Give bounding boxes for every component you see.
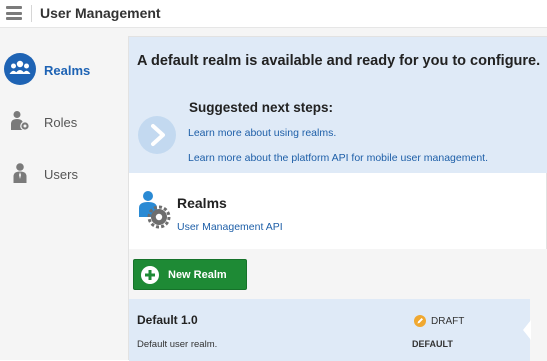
learn-platform-api-link[interactable]: Learn more about the platform API for mo… (188, 152, 488, 164)
pencil-draft-icon (414, 315, 426, 327)
learn-realms-link[interactable]: Learn more about using realms. (188, 127, 336, 139)
sidebar: Realms Roles Users (0, 28, 118, 360)
roles-user-gear-icon (11, 111, 30, 131)
info-banner: A default realm is available and ready f… (129, 37, 547, 173)
chevron-right-circle-icon (138, 116, 176, 154)
realm-list-area: New Realm Default 1.0 Default user realm… (129, 249, 547, 361)
new-realm-label: New Realm (168, 269, 227, 281)
page-title: User Management (40, 5, 161, 21)
next-steps-title: Suggested next steps: (189, 100, 334, 115)
sidebar-item-realms[interactable]: Realms (0, 48, 118, 92)
new-realm-button[interactable]: New Realm (133, 259, 247, 290)
default-tag: DEFAULT (412, 339, 453, 349)
sidebar-item-label: Roles (44, 115, 78, 130)
selection-pointer (523, 320, 531, 340)
realm-description: Default user realm. (137, 339, 218, 350)
realm-name: Default 1.0 (137, 313, 198, 327)
plus-circle-icon (141, 266, 159, 284)
user-management-api-link[interactable]: User Management API (177, 221, 283, 233)
realm-list-item[interactable]: Default 1.0 Default user realm. DRAFT DE… (129, 299, 530, 361)
hamburger-menu-icon[interactable] (4, 4, 24, 22)
realms-heading: Realms (177, 195, 227, 211)
sidebar-item-roles[interactable]: Roles (0, 100, 118, 144)
banner-title: A default realm is available and ready f… (137, 53, 541, 69)
realms-people-icon (4, 53, 36, 85)
user-icon (13, 163, 27, 183)
main-content: A default realm is available and ready f… (118, 28, 547, 361)
sidebar-item-label: Users (44, 167, 78, 182)
sidebar-item-label: Realms (44, 63, 91, 78)
status-badge: DRAFT (431, 316, 465, 327)
realms-panel: A default realm is available and ready f… (128, 36, 547, 361)
top-bar: User Management (0, 0, 547, 28)
realm-user-gear-icon (139, 191, 171, 229)
sidebar-item-users[interactable]: Users (0, 152, 118, 196)
divider (31, 5, 32, 22)
